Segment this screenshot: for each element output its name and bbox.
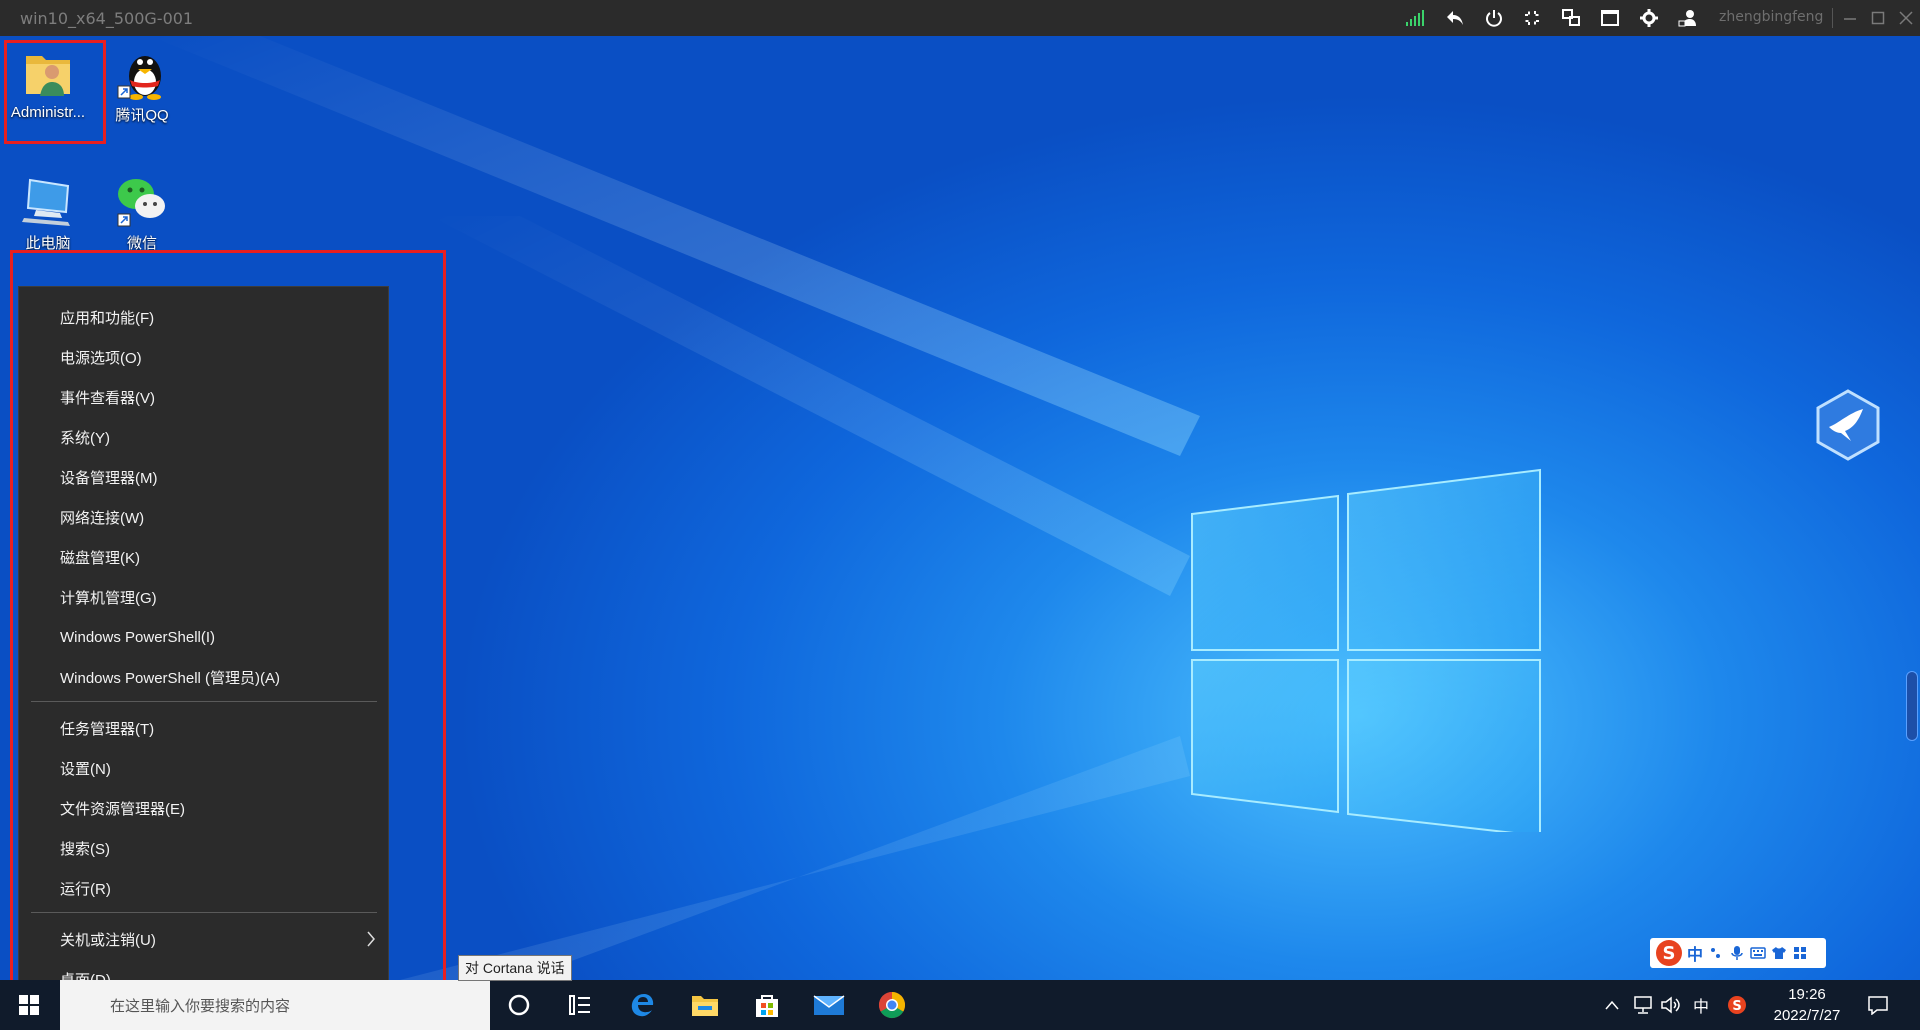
show-hidden-icons-chevron-icon[interactable]	[1600, 993, 1624, 1017]
desktop-icon-this-pc[interactable]: 此电脑	[2, 170, 94, 253]
menu-item-power-options[interactable]: 电源选项(O)	[19, 337, 388, 377]
maximize-icon[interactable]	[1866, 6, 1890, 30]
toolbox-grid-icon[interactable]	[1792, 945, 1808, 961]
menu-item-task-manager[interactable]: 任务管理器(T)	[19, 708, 388, 748]
close-icon[interactable]	[1894, 6, 1918, 30]
mail-icon	[813, 995, 845, 1015]
settings-icon[interactable]	[1637, 6, 1661, 30]
menu-item-device-manager[interactable]: 设备管理器(M)	[19, 457, 388, 497]
network-icon[interactable]	[1630, 993, 1654, 1017]
remote-session-title: win10_x64_500G-001	[20, 9, 194, 28]
task-view-icon	[569, 995, 590, 1015]
folder-icon	[692, 996, 718, 1016]
remote-desktop-bar: win10_x64_500G-001 zhengbingfeng	[0, 0, 1920, 36]
signal-icon[interactable]	[1404, 6, 1428, 30]
this-pc-icon	[22, 178, 70, 226]
edge-icon	[631, 994, 654, 1017]
menu-item-settings[interactable]: 设置(N)	[19, 748, 388, 788]
taskbar-search-box[interactable]: 在这里输入你要搜索的内容	[60, 980, 490, 1030]
bar-divider	[1832, 8, 1833, 28]
wechat-icon	[117, 179, 165, 227]
minimize-icon[interactable]	[1838, 6, 1862, 30]
fullscreen-exit-icon[interactable]	[1520, 6, 1544, 30]
menu-item-system[interactable]: 系统(Y)	[19, 417, 388, 457]
menu-item-file-explorer[interactable]: 文件资源管理器(E)	[19, 788, 388, 828]
chrome-button[interactable]	[875, 988, 909, 1022]
session-user-name: zhengbingfeng	[1719, 9, 1824, 25]
start-button[interactable]	[12, 988, 46, 1022]
clock-time: 19:26	[1788, 986, 1826, 1003]
menu-item-computer-management[interactable]: 计算机管理(G)	[19, 577, 388, 617]
window-icon[interactable]	[1598, 6, 1622, 30]
menu-item-apps-features[interactable]: 应用和功能(F)	[19, 297, 388, 337]
bird-app-icon[interactable]	[1815, 389, 1881, 461]
cortana-tooltip: 对 Cortana 说话	[458, 955, 572, 981]
input-language-indicator[interactable]: 中	[1689, 993, 1713, 1017]
menu-item-shutdown-signout[interactable]: 关机或注销(U)	[19, 919, 388, 959]
sogou-logo-icon[interactable]: S	[1656, 940, 1682, 966]
store-bag-icon	[756, 995, 778, 1017]
qq-penguin-icon	[117, 56, 161, 100]
desktop-icon-wechat[interactable]: 微信	[96, 170, 188, 253]
undo-icon[interactable]	[1443, 6, 1467, 30]
sogou-ime-tray-icon[interactable]: S	[1725, 993, 1749, 1017]
keyboard-icon[interactable]	[1750, 945, 1766, 961]
ime-language-toggle[interactable]: 中	[1687, 941, 1703, 965]
cortana-button[interactable]	[502, 988, 536, 1022]
menu-item-event-viewer[interactable]: 事件查看器(V)	[19, 377, 388, 417]
side-slider-handle[interactable]	[1906, 671, 1918, 741]
taskbar-clock[interactable]: 19:26 2022/7/27	[1764, 984, 1850, 1026]
menu-separator	[31, 912, 377, 913]
desktop-icon-qq[interactable]: 腾讯QQ	[96, 42, 188, 125]
menu-item-powershell[interactable]: Windows PowerShell(I)	[19, 617, 388, 657]
windows-start-icon	[19, 995, 39, 1015]
task-view-button[interactable]	[563, 988, 597, 1022]
microsoft-store-button[interactable]	[750, 988, 784, 1022]
power-icon[interactable]	[1482, 6, 1506, 30]
menu-item-disk-management[interactable]: 磁盘管理(K)	[19, 537, 388, 577]
file-explorer-button[interactable]	[688, 988, 722, 1022]
action-center-icon[interactable]	[1866, 993, 1890, 1017]
switch-screen-icon[interactable]	[1559, 6, 1583, 30]
taskbar: 在这里输入你要搜索的内容 中 S 19:26 2022/7/27	[0, 980, 1920, 1030]
menu-separator	[31, 701, 377, 702]
ime-toolbar: S 中	[1650, 938, 1826, 968]
windows-logo-wallpaper	[1191, 468, 1541, 832]
menu-item-powershell-admin[interactable]: Windows PowerShell (管理员)(A)	[19, 657, 388, 697]
menu-item-network-connections[interactable]: 网络连接(W)	[19, 497, 388, 537]
chevron-right-icon	[367, 931, 375, 947]
clock-date: 2022/7/27	[1773, 1007, 1841, 1024]
search-placeholder: 在这里输入你要搜索的内容	[110, 996, 291, 1015]
chrome-icon	[878, 991, 906, 1019]
user-share-icon[interactable]	[1676, 6, 1700, 30]
menu-item-label: 关机或注销(U)	[60, 931, 156, 949]
svg-text:S: S	[1732, 999, 1741, 1014]
mail-button[interactable]	[812, 988, 846, 1022]
volume-icon[interactable]	[1659, 993, 1683, 1017]
punctuation-icon[interactable]	[1708, 945, 1724, 961]
menu-item-search[interactable]: 搜索(S)	[19, 828, 388, 868]
skin-shirt-icon[interactable]	[1771, 945, 1787, 961]
winx-context-menu: 应用和功能(F) 电源选项(O) 事件查看器(V) 系统(Y) 设备管理器(M)…	[18, 286, 389, 1010]
cortana-circle-icon	[508, 994, 530, 1016]
menu-item-run[interactable]: 运行(R)	[19, 868, 388, 908]
microphone-icon[interactable]	[1729, 945, 1745, 961]
desktop-icon-label: 腾讯QQ	[115, 107, 169, 124]
highlight-administrator-icon	[4, 40, 106, 144]
edge-browser-button[interactable]	[625, 988, 659, 1022]
